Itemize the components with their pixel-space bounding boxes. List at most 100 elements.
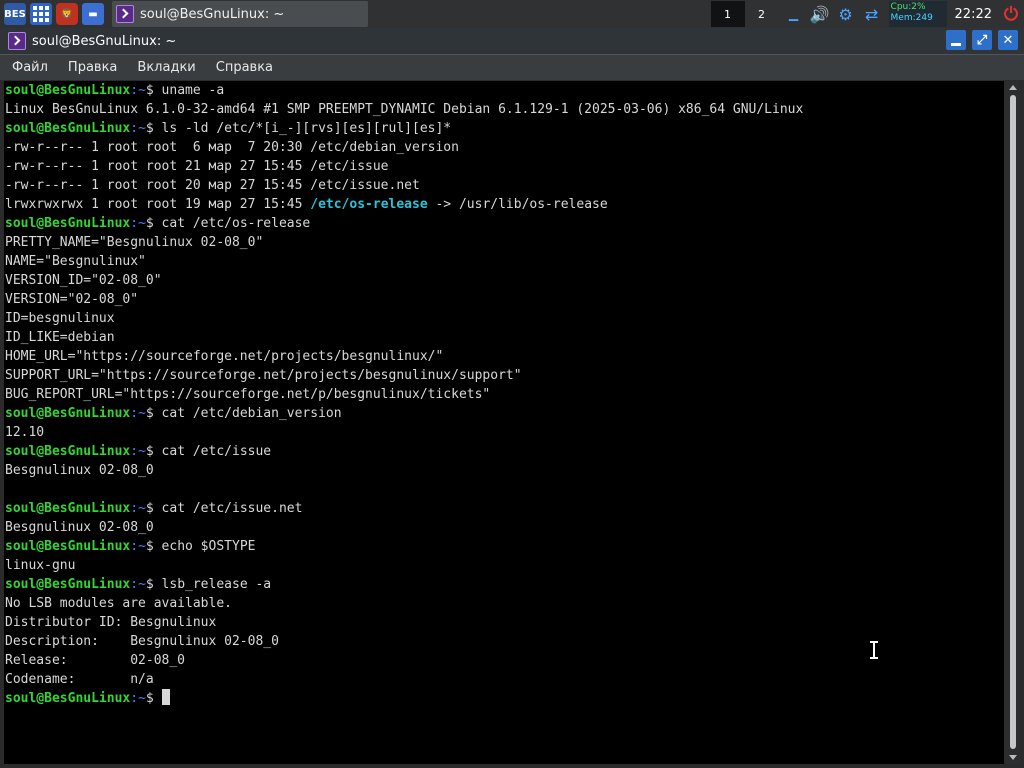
power-icon[interactable]: ⏻ [1000, 3, 1022, 25]
output-text: -rw-r--r-- 1 root root 21 мар 27 15:45 /… [5, 159, 389, 174]
close-button[interactable]: ✕ [998, 30, 1018, 50]
prompt-path: ~ [138, 501, 146, 516]
output-line: Besgnulinux 02-08_0 [5, 518, 1004, 537]
taskbar-window-terminal[interactable]: soul@BesGnuLinux: ~ [112, 1, 368, 27]
app-grid-icon[interactable] [30, 3, 52, 25]
menu-bar: Файл Правка Вкладки Справка [0, 54, 1024, 80]
prompt-symbol: $ [145, 539, 162, 554]
output-line: BUG_REPORT_URL="https://sourceforge.net/… [5, 385, 1004, 404]
workspace-1[interactable]: 1 [710, 1, 745, 27]
prompt-symbol: $ [145, 577, 162, 592]
prompt-symbol: $ [145, 121, 162, 136]
menu-tabs[interactable]: Вкладки [129, 60, 203, 75]
terminal-output[interactable]: soul@BesGnuLinux:~$ uname -a Linux BesGnu… [4, 81, 1004, 764]
output-text: HOME_URL="https://sourceforge.net/projec… [5, 349, 444, 364]
output-text: -rw-r--r-- 1 root root 6 мар 7 20:30 /et… [5, 140, 459, 155]
prompt-user-host: soul@BesGnuLinux [5, 577, 131, 592]
prompt-line: soul@BesGnuLinux:~$ cat /etc/issue [5, 442, 1004, 461]
output-line: ID_LIKE=debian [5, 328, 1004, 347]
bes-menu-icon[interactable]: BES [4, 3, 26, 25]
terminal-lines: soul@BesGnuLinux:~$ uname -a Linux BesGnu… [4, 81, 1004, 708]
output-text: No LSB modules are available. [5, 596, 232, 611]
prompt-symbol: $ [145, 216, 162, 231]
prompt-line: soul@BesGnuLinux:~$ echo $OSTYPE [5, 537, 1004, 556]
top-panel: BES 🦁 ▬ soul@BesGnuLinux: ~ 1 2 ▁ 🔊 ⚙ ⇄ … [0, 0, 1024, 28]
prompt-path: ~ [138, 83, 146, 98]
output-text: Distributor ID: Besgnulinux [5, 615, 217, 630]
output-text: ID_LIKE=debian [5, 330, 115, 345]
menu-edit[interactable]: Правка [60, 60, 125, 75]
menu-help[interactable]: Справка [208, 60, 281, 75]
prompt-colon: : [130, 577, 139, 592]
command-text: cat /etc/issue [161, 444, 272, 459]
output-line: Release: 02-08_0 [5, 651, 1004, 670]
prompt-user-host: soul@BesGnuLinux [5, 691, 131, 706]
menu-file[interactable]: Файл [4, 60, 56, 75]
brave-browser-icon[interactable]: 🦁 [56, 3, 78, 25]
command-text: cat /etc/os-release [161, 216, 311, 231]
prompt-line: soul@BesGnuLinux:~$ cat /etc/issue.net [5, 499, 1004, 518]
cpu-usage: Cpu:2% [890, 2, 926, 12]
output-text: lrwxrwxrwx 1 root root 19 мар 27 15:45 [5, 197, 311, 212]
minimize-button[interactable] [946, 30, 966, 50]
prompt-user-host: soul@BesGnuLinux [5, 83, 131, 98]
prompt-colon: : [130, 691, 139, 706]
prompt-path: ~ [138, 691, 146, 706]
prompt-user-host: soul@BesGnuLinux [5, 501, 131, 516]
prompt-colon: : [130, 121, 139, 136]
output-line: VERSION_ID="02-08_0" [5, 271, 1004, 290]
scrollbar-thumb[interactable] [1010, 95, 1016, 749]
taskbar-window-title: soul@BesGnuLinux: ~ [140, 6, 285, 22]
output-text: BUG_REPORT_URL="https://sourceforge.net/… [5, 387, 491, 402]
prompt-symbol: $ [145, 444, 162, 459]
panel-tray: 1 2 ▁ 🔊 ⚙ ⇄ Cpu:2% Mem:249 22:22 ⏻ [710, 0, 1024, 28]
settings-gear-icon[interactable]: ⚙ [835, 3, 857, 25]
ibeam-cursor-icon [869, 641, 879, 659]
output-line: linux-gnu [5, 556, 1004, 575]
prompt-colon: : [130, 501, 139, 516]
window-titlebar[interactable]: soul@BesGnuLinux: ~ ⤢ ✕ [0, 28, 1024, 54]
output-text: PRETTY_NAME="Besgnulinux 02-08_0" [5, 235, 264, 250]
maximize-button[interactable]: ⤢ [972, 30, 992, 50]
prompt-user-host: soul@BesGnuLinux [5, 444, 131, 459]
prompt-line: soul@BesGnuLinux:~$ uname -a [5, 81, 1004, 100]
output-line: Besgnulinux 02-08_0 [5, 461, 1004, 480]
command-text: uname -a [161, 83, 225, 98]
output-text: Codename: n/a [5, 672, 154, 687]
command-text: ls -ld /etc/*[i_-][rvs][es][rul][es]* [161, 121, 452, 136]
output-line: ID=besgnulinux [5, 309, 1004, 328]
output-text: -> /usr/lib/os-release [427, 197, 608, 212]
output-line: NAME="Besgnulinux" [5, 252, 1004, 271]
prompt-line: soul@BesGnuLinux:~$ [5, 689, 1004, 708]
output-text: NAME="Besgnulinux" [5, 254, 146, 269]
prompt-colon: : [130, 216, 139, 231]
prompt-colon: : [130, 539, 139, 554]
output-text: Description: Besgnulinux 02-08_0 [5, 634, 279, 649]
output-line: SUPPORT_URL="https://sourceforge.net/pro… [5, 366, 1004, 385]
prompt-path: ~ [138, 577, 146, 592]
workspace-2[interactable]: 2 [745, 1, 779, 27]
minimize-all-icon[interactable]: ▁ [783, 3, 805, 25]
file-manager-icon[interactable]: ▬ [82, 3, 104, 25]
network-arrows-icon[interactable]: ⇄ [861, 3, 883, 25]
scroll-up-arrow-icon[interactable] [1009, 85, 1017, 90]
output-line: lrwxrwxrwx 1 root root 19 мар 27 15:45 /… [5, 195, 1004, 214]
output-line: -rw-r--r-- 1 root root 20 мар 27 15:45 /… [5, 176, 1004, 195]
system-monitor[interactable]: Cpu:2% Mem:249 [888, 1, 947, 27]
scroll-down-arrow-icon[interactable] [1009, 755, 1017, 760]
output-line: VERSION="02-08_0" [5, 290, 1004, 309]
output-text: Besgnulinux 02-08_0 [5, 520, 154, 535]
output-line: -rw-r--r-- 1 root root 6 мар 7 20:30 /et… [5, 138, 1004, 157]
terminal-scrollbar[interactable] [1006, 81, 1020, 764]
prompt-symbol: $ [145, 501, 162, 516]
clock[interactable]: 22:22 [955, 7, 992, 22]
output-line: No LSB modules are available. [5, 594, 1004, 613]
prompt-path: ~ [138, 406, 146, 421]
volume-icon[interactable]: 🔊 [809, 3, 831, 25]
output-text: VERSION="02-08_0" [5, 292, 139, 307]
output-text: VERSION_ID="02-08_0" [5, 273, 162, 288]
mem-usage: Mem:249 [890, 13, 933, 23]
output-line: Linux BesGnuLinux 6.1.0-32-amd64 #1 SMP … [5, 100, 1004, 119]
output-line: HOME_URL="https://sourceforge.net/projec… [5, 347, 1004, 366]
prompt-colon: : [130, 406, 139, 421]
